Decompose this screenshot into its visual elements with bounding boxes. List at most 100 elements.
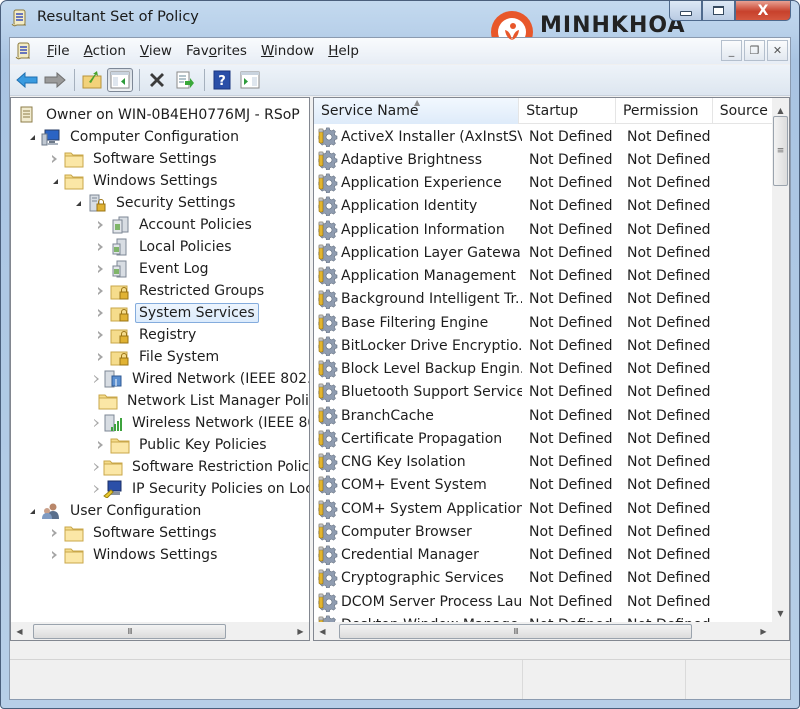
collapsed-arrow-icon[interactable] [94,417,99,429]
menu-file[interactable]: File [40,43,77,59]
service-row[interactable]: CNG Key Isolation Not Defined Not Define… [314,451,772,474]
title-bar[interactable]: Resultant Set of Policy MINHKHOA LAPTOP … [1,1,799,53]
collapsed-arrow-icon[interactable] [94,307,106,319]
forward-button[interactable] [42,68,68,92]
tree-node-software-restriction-policies[interactable]: Software Restriction Policies [11,456,309,478]
tree-node-security-settings[interactable]: Security Settings [11,192,309,214]
collapsed-arrow-icon[interactable] [94,241,106,253]
expanded-arrow-icon[interactable] [48,175,60,187]
column-header-permission[interactable]: Permission [616,98,713,124]
list-vertical-scrollbar[interactable]: ▲ ≡ ▼ [772,98,789,622]
scroll-thumb[interactable]: ≡ [773,116,788,186]
tree-node-event-log[interactable]: Event Log [11,258,309,280]
tree-node-uc-software-settings[interactable]: Software Settings [11,522,309,544]
tree-node-uc-windows-settings[interactable]: Windows Settings [11,544,309,566]
expanded-arrow-icon[interactable] [25,131,37,143]
tree-node-ip-security-policies[interactable]: IP Security Policies on Local [11,478,309,500]
scroll-left-button[interactable]: ◀ [314,623,331,640]
service-row[interactable]: Background Intelligent Tr... Not Defined… [314,288,772,311]
column-header-startup[interactable]: Startup [519,98,616,124]
window-maximize-button[interactable] [702,1,735,21]
service-row[interactable]: Cryptographic Services Not Defined Not D… [314,567,772,590]
tree-node-registry[interactable]: Registry [11,324,309,346]
show-hide-action-pane-button[interactable] [237,68,263,92]
service-row[interactable]: Application Information Not Defined Not … [314,218,772,241]
scroll-thumb[interactable]: III [33,623,226,639]
service-row[interactable]: COM+ Event System Not Defined Not Define… [314,474,772,497]
child-minimize-button[interactable]: _ [721,40,742,61]
column-header-service-name[interactable]: Service Name ▲ [314,98,520,124]
tree-node-cc-windows-settings[interactable]: Windows Settings [11,170,309,192]
service-row[interactable]: DCOM Server Process Lau... Not Defined N… [314,590,772,613]
collapsed-arrow-icon[interactable] [94,285,106,297]
tree-node-restricted-groups[interactable]: Restricted Groups [11,280,309,302]
service-row[interactable]: BitLocker Drive Encryptio... Not Defined… [314,334,772,357]
service-row[interactable]: Computer Browser Not Defined Not Defined [314,520,772,543]
service-row[interactable]: Certificate Propagation Not Defined Not … [314,427,772,450]
collapsed-arrow-icon[interactable] [94,373,99,385]
service-row[interactable]: Block Level Backup Engin... Not Defined … [314,358,772,381]
window-close-button[interactable]: X [735,1,791,21]
expanded-arrow-icon[interactable] [25,505,37,517]
service-row[interactable]: Bluetooth Support Service Not Defined No… [314,381,772,404]
tree-node-local-policies[interactable]: Local Policies [11,236,309,258]
menu-help[interactable]: Help [321,43,366,59]
back-button[interactable] [14,68,40,92]
collapsed-arrow-icon[interactable] [48,527,60,539]
service-row[interactable]: Base Filtering Engine Not Defined Not De… [314,311,772,334]
service-row[interactable]: Application Management Not Defined Not D… [314,265,772,288]
export-list-button[interactable] [172,68,198,92]
scroll-right-button[interactable]: ▶ [755,623,772,640]
service-row[interactable]: Adaptive Brightness Not Defined Not Defi… [314,148,772,171]
service-row[interactable]: ActiveX Installer (AxInstSV) Not Defined… [314,125,772,148]
collapsed-arrow-icon[interactable] [94,219,106,231]
delete-button[interactable] [144,68,170,92]
tree-node-system-services[interactable]: System Services [11,302,309,324]
column-header-source[interactable]: Source [713,98,772,124]
service-row[interactable]: Desktop Window Manage... Not Defined Not… [314,613,772,622]
scroll-track[interactable]: III [331,623,755,640]
tree-node-wireless-network[interactable]: Wireless Network (IEEE 802.11) [11,412,309,434]
show-hide-console-tree-button[interactable] [107,68,133,92]
collapsed-arrow-icon[interactable] [94,439,106,451]
collapsed-arrow-icon[interactable] [94,329,106,341]
tree-node-file-system[interactable]: File System [11,346,309,368]
tree-node-root[interactable]: Owner on WIN-0B4EH0776MJ - RSoP [11,104,309,126]
window-minimize-button[interactable] [669,1,702,21]
collapsed-arrow-icon[interactable] [94,351,106,363]
menu-favorites[interactable]: Favorites [179,43,254,59]
collapsed-arrow-icon[interactable] [94,263,106,275]
service-row[interactable]: BranchCache Not Defined Not Defined [314,404,772,427]
service-row[interactable]: Application Identity Not Defined Not Def… [314,195,772,218]
service-row[interactable]: Credential Manager Not Defined Not Defin… [314,544,772,567]
menu-view[interactable]: View [133,43,179,59]
child-restore-button[interactable]: ❐ [744,40,765,61]
service-row[interactable]: Application Layer Gatewa... Not Defined … [314,241,772,264]
service-row[interactable]: Application Experience Not Defined Not D… [314,172,772,195]
scroll-track[interactable]: III [28,623,292,640]
collapsed-arrow-icon[interactable] [48,549,60,561]
help-button[interactable]: ? [209,68,235,92]
tree-node-public-key-policies[interactable]: Public Key Policies [11,434,309,456]
console-scroll-icon[interactable] [14,41,34,61]
collapsed-arrow-icon[interactable] [94,461,99,473]
tree-node-network-list-manager[interactable]: Network List Manager Policies [11,390,309,412]
scroll-down-button[interactable]: ▼ [772,605,789,622]
collapsed-arrow-icon[interactable] [48,153,60,165]
tree-node-account-policies[interactable]: Account Policies [11,214,309,236]
scroll-thumb[interactable]: III [339,623,692,639]
menu-action[interactable]: Action [77,43,133,59]
list-horizontal-scrollbar[interactable]: ◀ III ▶ [314,622,789,640]
tree-node-computer-configuration[interactable]: Computer Configuration [11,126,309,148]
scroll-left-button[interactable]: ◀ [11,623,28,640]
child-close-button[interactable]: ✕ [767,40,788,61]
menu-window[interactable]: Window [254,43,321,59]
collapsed-arrow-icon[interactable] [94,483,99,495]
expanded-arrow-icon[interactable] [71,197,83,209]
tree-node-wired-network[interactable]: Wired Network (IEEE 802.3) [11,368,309,390]
up-one-level-button[interactable] [79,68,105,92]
tree-node-cc-software-settings[interactable]: Software Settings [11,148,309,170]
tree-node-user-configuration[interactable]: User Configuration [11,500,309,522]
tree-horizontal-scrollbar[interactable]: ◀ III ▶ [11,622,309,640]
scroll-right-button[interactable]: ▶ [292,623,309,640]
